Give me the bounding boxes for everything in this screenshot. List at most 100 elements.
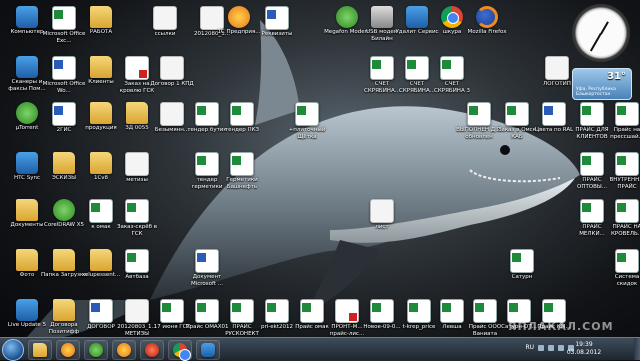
desktop-icon[interactable]: ссылки (142, 6, 188, 38)
desktop-icon-label: Заказ-скрёб в ГСК (116, 224, 158, 237)
excel-icon (615, 199, 639, 223)
app-icon (406, 6, 428, 28)
weather-gadget[interactable]: 31° Уфа, Республика Башкортостан (572, 68, 632, 100)
excel-icon (52, 6, 76, 30)
desktop-icon-label: Герметики Башнефть (226, 177, 258, 190)
desktop-icon-label: Автбаза (125, 274, 149, 280)
desktop-icon[interactable]: ВНУТРЕНН... ПРАЙС (604, 152, 640, 190)
taskbar-utorrent-button[interactable] (84, 340, 108, 360)
excel-icon (405, 56, 429, 80)
watermark: ЯПЛАКАЛ.COM (508, 320, 614, 333)
doc-icon (545, 56, 569, 80)
desktop-icon-label: ВНУТРЕНН... ПРАЙС (609, 177, 640, 190)
chrome-icon (441, 6, 463, 28)
utorrent-icon (89, 343, 103, 357)
desktop-icon[interactable]: Сатурн (499, 249, 545, 281)
folder-icon (16, 199, 38, 221)
excel-icon (580, 102, 604, 126)
desktop-icon[interactable]: Реквизиты (254, 6, 300, 38)
weather-temperature: 31° (607, 71, 626, 82)
excel-icon (195, 152, 219, 176)
system-tray: RU 19:39 03.08.2012 (434, 340, 634, 358)
desktop-icon[interactable]: тендер ПКЗ (219, 102, 265, 134)
folder-icon (90, 102, 112, 124)
taskbar-chrome-button[interactable] (168, 340, 192, 361)
desktop-icon[interactable]: Герметики Башнефть (219, 152, 265, 190)
clock-tray[interactable]: 19:39 03.08.2012 (564, 341, 604, 357)
desktop-icon[interactable]: СЧЕТ СКРЯБИНА 3 (429, 56, 475, 94)
tray-icon-2[interactable] (548, 345, 554, 351)
word-icon (542, 102, 566, 126)
desktop-icon[interactable]: Mozilla Firefox (464, 6, 510, 36)
excel-icon (300, 299, 324, 323)
clock-minute-hand (590, 33, 602, 52)
excel-icon (125, 199, 149, 223)
excel-icon (230, 152, 254, 176)
desktop-icon-label: ссылки (154, 31, 176, 37)
excel-icon (230, 102, 254, 126)
language-indicator[interactable]: RU (525, 344, 534, 351)
desktop-icon[interactable]: ПРАЙС НА КРОВЕЛЬ... (604, 199, 640, 237)
taskbar-skype-button[interactable] (196, 340, 220, 360)
excel-icon (467, 102, 491, 126)
doc-icon (370, 199, 394, 223)
desktop-icon-label: Система скидок (614, 274, 640, 287)
show-desktop-button[interactable] (634, 338, 640, 360)
excel-icon (473, 299, 497, 323)
word-icon (52, 102, 76, 126)
1c-icon (117, 343, 131, 357)
firefox-icon (476, 6, 498, 28)
skype-icon (201, 343, 215, 357)
app-icon (16, 152, 38, 174)
taskbar-mediaplayer-button[interactable] (56, 340, 80, 360)
excel-icon (195, 102, 219, 126)
desktop-icon[interactable]: Прайс на прессшай... (604, 102, 640, 140)
excel-icon (370, 299, 394, 323)
clock-hour-hand (600, 21, 609, 35)
desktop-icon[interactable]: Автбаза (114, 249, 160, 281)
desktop-icon-label: тендер ПКЗ (224, 127, 260, 133)
desktop-icon[interactable]: Система скидок (604, 249, 640, 287)
excel-icon (195, 299, 219, 323)
desktop-icon[interactable]: метизы (114, 152, 160, 184)
excel-icon (89, 199, 113, 223)
desktop-icon[interactable]: РАБОТА (78, 6, 124, 36)
doc-icon (153, 6, 177, 30)
desktop-icon-label: РАБОТА (89, 29, 113, 35)
word-icon (195, 249, 219, 273)
desktop-icon-label: +плиточный Щётка (288, 127, 326, 140)
folder-icon (90, 6, 112, 28)
desktop-icon-label: ПРАЙС НА КРОВЕЛЬ... (611, 224, 640, 237)
desktop-icon[interactable]: Документ Microsoft ... (184, 249, 230, 287)
folder-icon (126, 102, 148, 124)
desktop-icon[interactable]: Заказ-скрёб в ГСК (114, 199, 160, 237)
word-icon (52, 56, 76, 80)
tray-icon-1[interactable] (538, 345, 544, 351)
excel-icon (615, 249, 639, 273)
doc-icon (160, 56, 184, 80)
excel-icon (615, 102, 639, 126)
doc-icon (125, 152, 149, 176)
desktop-icon-label: Реквизиты (261, 31, 293, 37)
taskbar-explorer-button[interactable] (28, 340, 52, 360)
desktop-icon-label: метизы (126, 177, 148, 183)
desktop-icon-label: СЧЕТ СКРЯБИНА 3 (434, 81, 470, 94)
desktop-icon-label: Сатурн (511, 274, 533, 280)
excel-icon (505, 102, 529, 126)
excel-icon (510, 249, 534, 273)
excel-icon (295, 102, 319, 126)
folder-icon (53, 249, 75, 271)
pdf-icon (335, 299, 359, 323)
desktop-icon[interactable]: лист (359, 199, 405, 231)
yandex-icon (145, 343, 159, 357)
word-icon (89, 299, 113, 323)
taskbar-yandex-button[interactable] (140, 340, 164, 360)
desktop-icon[interactable]: Договор 1 КПД (149, 56, 195, 88)
desktop-icon[interactable]: +плиточный Щётка (284, 102, 330, 140)
start-button[interactable] (2, 339, 24, 361)
desktop-icon-label: Прайс на прессшай... (610, 127, 640, 140)
taskbar-1c-button[interactable] (112, 340, 136, 360)
clock-gadget[interactable] (572, 4, 630, 62)
app-icon (16, 299, 38, 321)
excel-icon (160, 299, 184, 323)
